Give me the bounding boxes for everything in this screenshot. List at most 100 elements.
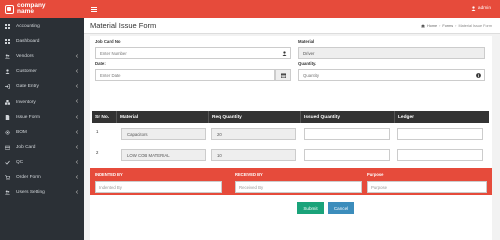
indented-by-placeholder: Indented By — [99, 184, 122, 190]
indented-by-input[interactable]: Indented By — [95, 181, 222, 193]
ledger-input[interactable] — [397, 128, 483, 140]
row-req-value: 10 — [217, 152, 222, 158]
home-icon — [421, 23, 425, 28]
submit-button[interactable]: Submit — [297, 202, 324, 214]
users-icon — [5, 54, 10, 59]
breadcrumb-forms[interactable]: Forms — [442, 24, 453, 28]
chevron-left-icon — [75, 84, 79, 89]
logo[interactable]: company name — [0, 0, 84, 18]
info-icon — [476, 73, 481, 78]
received-by-placeholder: Received By — [239, 184, 264, 190]
sidebar-item-customer[interactable]: Customer — [0, 64, 84, 79]
date-input[interactable] — [95, 69, 275, 81]
col-issued-quantity: Issued Quantity — [301, 111, 395, 123]
dashboard-icon — [5, 24, 10, 30]
sidebar-item-label: QC — [16, 159, 24, 165]
logo-icon — [5, 4, 14, 14]
col-req-quantity: Req Quantity — [209, 111, 301, 123]
sidebar-nav: Accounting Dashboard Vendors Customer Ga… — [0, 19, 84, 200]
sidebar-item-issue-form[interactable]: Issue Form — [0, 110, 84, 125]
file-icon — [5, 114, 10, 120]
ledger-input[interactable] — [397, 149, 483, 161]
purpose-label: Purpose — [367, 172, 384, 177]
date-field[interactable] — [100, 72, 274, 78]
cancel-button[interactable]: Cancel — [328, 202, 354, 214]
sidebar-item-label: Order Form — [16, 174, 41, 180]
sidebar-item-label: Dashboard — [16, 39, 40, 45]
chevron-left-icon — [75, 54, 79, 58]
col-ledger: Ledger — [398, 114, 414, 120]
breadcrumb-current: Material Issue Form — [458, 23, 492, 28]
row-material: Capacitors — [121, 128, 206, 140]
cart-icon — [5, 175, 10, 180]
user-icon — [282, 51, 287, 56]
page-title: Material Issue Form — [90, 21, 157, 30]
job-card-label: Job Card No — [95, 39, 121, 44]
user-icon — [471, 6, 476, 11]
row-req-quantity: 20 — [211, 128, 296, 140]
issued-quantity-input[interactable] — [304, 149, 390, 161]
chevron-left-icon — [75, 114, 79, 119]
sign-in-icon — [5, 84, 10, 90]
sidebar-item-label: Accounting — [16, 24, 40, 30]
chevron-left-icon — [75, 144, 79, 149]
quantity-input[interactable] — [298, 69, 485, 81]
calendar-button[interactable] — [275, 69, 291, 81]
user-icon — [5, 69, 10, 75]
quantity-field[interactable] — [303, 72, 484, 78]
sidebar-item-label: Vendors — [16, 54, 34, 60]
row-req-value: 20 — [217, 131, 222, 137]
sidebar-item-label: Gate Entry — [16, 84, 39, 90]
breadcrumb-home[interactable]: Home — [427, 24, 437, 28]
col-sr-no: Sr No. — [92, 111, 117, 123]
user-name: admin — [477, 6, 491, 11]
chevron-left-icon — [75, 160, 79, 164]
row-material: LOW COB MATERIAL — [121, 149, 206, 161]
material-input[interactable]: Driver — [298, 47, 485, 59]
top-bar: admin — [84, 0, 500, 18]
dashboard-icon — [5, 39, 10, 45]
chevron-left-icon — [75, 129, 79, 134]
main-content: Material Issue Form Home › Forms › Mater… — [84, 18, 500, 240]
sidebar-item-label: Customer — [16, 69, 37, 75]
sidebar-item-bom[interactable]: BOM — [0, 125, 84, 140]
issued-quantity-input[interactable] — [304, 128, 390, 140]
sidebar-item-job-card[interactable]: Job Card — [0, 140, 84, 155]
sidebar-item-users-setting[interactable]: Users Setting — [0, 185, 84, 200]
gear-icon — [5, 130, 10, 135]
sidebar-item-label: BOM — [16, 129, 27, 135]
table-header: Sr No. Material Req Quantity Issued Quan… — [92, 111, 489, 123]
row-material-value: Capacitors — [127, 131, 148, 137]
cubes-icon — [5, 99, 10, 105]
user-menu[interactable]: admin — [471, 6, 491, 11]
purpose-input[interactable]: Purpose — [367, 181, 487, 193]
sidebar-item-order-form[interactable]: Order Form — [0, 170, 84, 185]
chevron-left-icon — [75, 175, 79, 179]
card-icon — [5, 145, 10, 150]
sidebar-item-qc[interactable]: QC — [0, 155, 84, 170]
sidebar-item-inventory[interactable]: Inventory — [0, 94, 84, 109]
received-by-label: RECEIVED BY — [235, 172, 263, 177]
sidebar-item-vendors[interactable]: Vendors — [0, 49, 84, 64]
sidebar: company name Accounting Dashboard Vendor… — [0, 0, 84, 240]
check-icon — [5, 160, 10, 165]
breadcrumb: Home › Forms › Material Issue Form — [421, 24, 492, 28]
sidebar-item-gate-entry[interactable]: Gate Entry — [0, 79, 84, 94]
job-card-field[interactable] — [100, 50, 290, 56]
signoff-band: INDENTED BY Indented By RECEIVED BY Rece… — [90, 168, 492, 195]
users-icon — [5, 190, 10, 195]
sidebar-item-label: Job Card — [16, 144, 36, 150]
page-header: Material Issue Form Home › Forms › Mater… — [84, 18, 500, 34]
received-by-input[interactable]: Received By — [235, 181, 362, 193]
calendar-icon — [280, 73, 286, 78]
chevron-left-icon — [75, 69, 79, 74]
menu-toggle-icon[interactable] — [91, 6, 97, 12]
sidebar-item-accounting[interactable]: Accounting — [0, 19, 84, 34]
row-sr: 1 — [96, 129, 99, 134]
chevron-left-icon — [75, 99, 79, 104]
sidebar-item-dashboard[interactable]: Dashboard — [0, 34, 84, 49]
sidebar-item-label: Users Setting — [16, 190, 45, 196]
chevron-left-icon — [75, 190, 79, 194]
job-card-input[interactable] — [95, 47, 291, 59]
material-value: Driver — [303, 50, 315, 56]
